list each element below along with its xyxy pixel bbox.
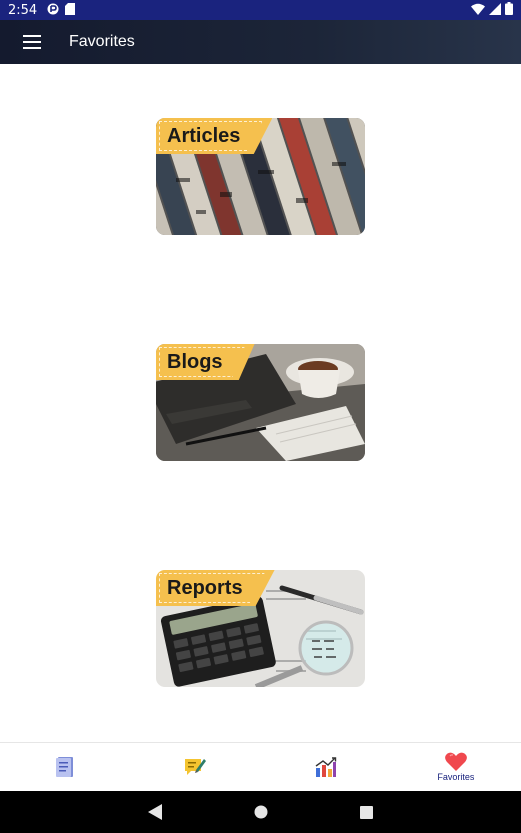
reports-card[interactable]: Reports bbox=[156, 570, 365, 687]
back-button[interactable] bbox=[148, 804, 162, 820]
recents-button[interactable] bbox=[360, 805, 373, 819]
hamburger-menu-icon bbox=[23, 35, 41, 49]
signal-icon bbox=[489, 2, 501, 18]
nav-item-reports[interactable] bbox=[261, 743, 391, 791]
sd-card-icon bbox=[65, 2, 76, 18]
status-bar: 2:54 bbox=[0, 0, 521, 20]
card-label-blogs: Blogs bbox=[167, 350, 223, 373]
card-banner: Blogs bbox=[156, 344, 255, 380]
nav-item-blogs[interactable] bbox=[130, 743, 260, 791]
chart-icon bbox=[315, 756, 336, 777]
favorites-content: Articles Blogs Reports bbox=[0, 64, 521, 742]
wifi-icon bbox=[471, 3, 485, 18]
card-label-reports: Reports bbox=[167, 576, 243, 599]
screen: 2:54 Favorites Articles Blogs Reports Fa… bbox=[0, 0, 521, 833]
blogs-card[interactable]: Blogs bbox=[156, 344, 365, 461]
home-button[interactable] bbox=[254, 805, 268, 819]
document-icon bbox=[56, 756, 74, 777]
card-banner: Reports bbox=[156, 570, 275, 606]
nav-item-favorites[interactable]: Favorites bbox=[391, 743, 521, 791]
page-title: Favorites bbox=[69, 33, 135, 50]
sync-icon bbox=[47, 3, 59, 18]
card-label-articles: Articles bbox=[167, 124, 241, 147]
bottom-navigation: Favorites bbox=[0, 742, 521, 791]
recents-square-icon bbox=[360, 805, 373, 819]
system-navigation-bar bbox=[0, 791, 521, 833]
card-banner: Articles bbox=[156, 118, 273, 154]
articles-card[interactable]: Articles bbox=[156, 118, 365, 235]
status-time: 2:54 bbox=[8, 2, 38, 18]
battery-icon bbox=[505, 2, 513, 18]
app-bar: Favorites bbox=[0, 20, 521, 64]
home-circle-icon bbox=[254, 805, 268, 819]
back-triangle-icon bbox=[148, 804, 162, 820]
nav-label-favorites: Favorites bbox=[437, 772, 475, 782]
nav-item-articles[interactable] bbox=[0, 743, 130, 791]
menu-button[interactable] bbox=[0, 20, 64, 64]
heart-icon bbox=[444, 752, 467, 771]
status-right bbox=[471, 2, 513, 18]
notes-icon bbox=[185, 758, 207, 775]
